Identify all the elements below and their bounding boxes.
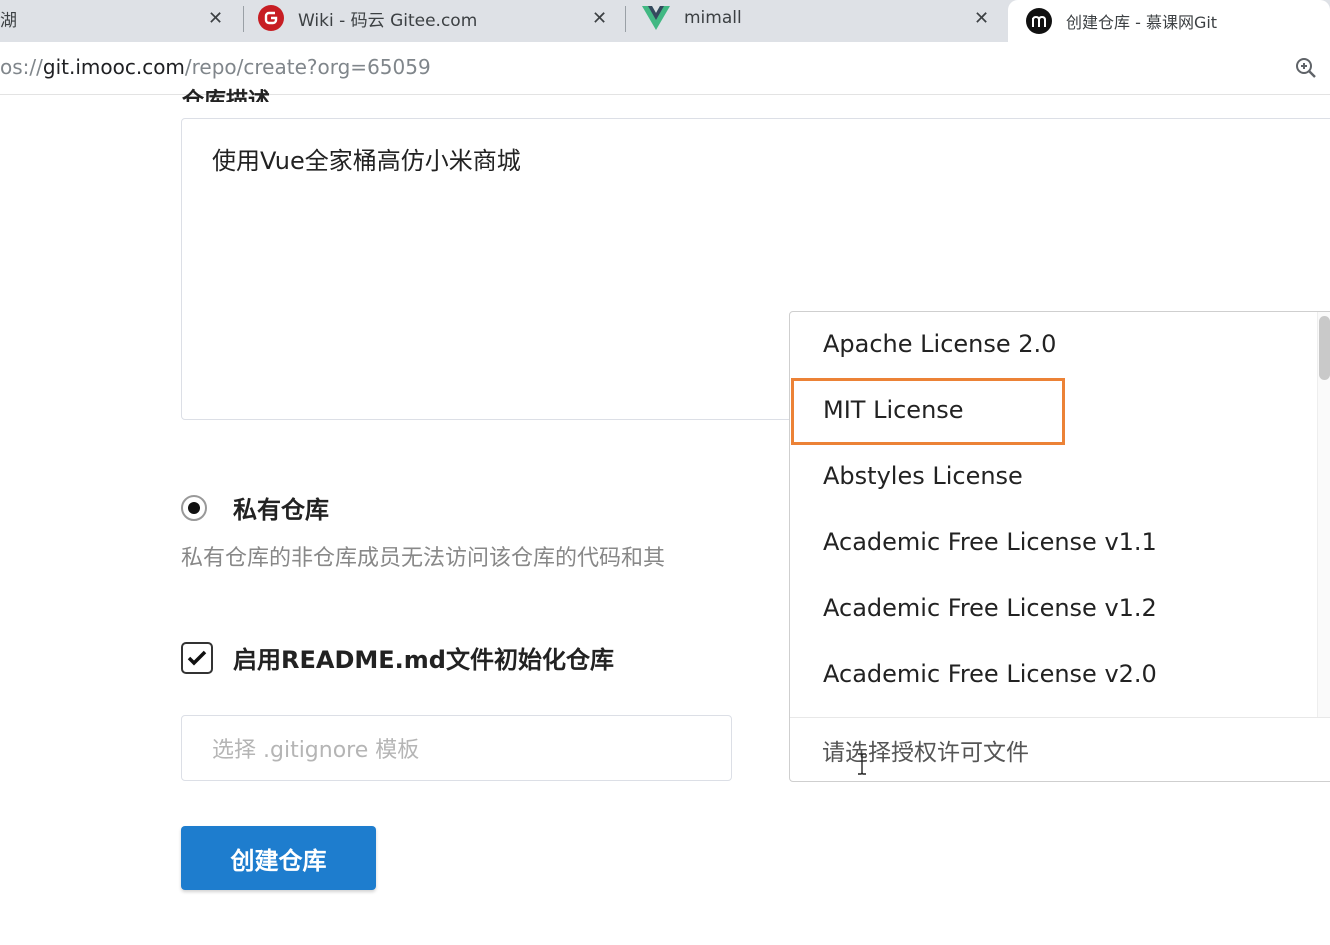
url-host: git.imooc.com — [42, 55, 185, 79]
url-path: /repo/create?org=65059 — [184, 55, 431, 79]
url-text[interactable]: os://git.imooc.com/repo/create?org=65059 — [0, 55, 431, 79]
imooc-icon — [1026, 8, 1052, 34]
tab-create-repo[interactable]: 创建仓库 - 慕课网Git — [1008, 0, 1330, 42]
readme-checkbox[interactable] — [181, 641, 213, 674]
url-prefix: os:// — [0, 55, 43, 79]
tab-close-icon[interactable]: ✕ — [208, 8, 223, 29]
create-repo-button[interactable]: 创建仓库 — [181, 826, 376, 890]
scrollbar-thumb[interactable] — [1319, 316, 1330, 380]
private-radio[interactable] — [181, 494, 207, 521]
tab-title: mimall — [684, 8, 742, 28]
text-cursor-icon — [858, 753, 866, 775]
license-option[interactable]: Academic Free License v1.1 — [823, 528, 1157, 556]
license-option[interactable]: Apache License 2.0 — [823, 330, 1056, 358]
readme-label: 启用README.md文件初始化仓库 — [233, 646, 614, 674]
gitee-icon — [258, 5, 284, 31]
license-dropdown[interactable]: Apache License 2.0 MIT License Abstyles … — [789, 311, 1330, 782]
tab-title: Wiki - 码云 Gitee.com — [298, 10, 478, 31]
license-option-mit[interactable]: MIT License — [823, 396, 964, 424]
readme-option[interactable]: 启用README.md文件初始化仓库 — [181, 640, 614, 675]
divider — [790, 717, 1330, 718]
private-repo-option[interactable]: 私有仓库 — [181, 490, 329, 525]
tab-close-icon[interactable]: ✕ — [974, 8, 989, 29]
description-label: 仓库描述 — [182, 89, 271, 102]
vue-icon — [642, 6, 670, 30]
private-label: 私有仓库 — [233, 496, 329, 524]
radio-selected-dot — [188, 501, 200, 514]
checkmark-icon — [187, 650, 207, 665]
private-description: 私有仓库的非仓库成员无法访问该仓库的代码和其 — [181, 546, 666, 571]
license-search-placeholder[interactable]: 请选择授权许可文件 — [822, 733, 1029, 767]
gitignore-placeholder: 选择 .gitignore 模板 — [212, 738, 420, 763]
zoom-in-icon[interactable] — [1294, 56, 1318, 80]
browser-tab-strip: 湖 ✕ Wiki - 码云 Gitee.com ✕ mimall ✕ 创建仓库 … — [0, 0, 1330, 42]
license-option[interactable]: Academic Free License v1.2 — [823, 594, 1157, 622]
description-value: 使用Vue全家桶高仿小米商城 — [212, 147, 521, 175]
dropdown-scrollbar[interactable] — [1317, 312, 1330, 717]
tab-gitee-wiki[interactable]: Wiki - 码云 Gitee.com ✕ — [258, 0, 618, 36]
tab-separator — [243, 6, 244, 32]
tab-mimall[interactable]: mimall ✕ — [642, 0, 1002, 36]
tab-separator — [625, 6, 626, 32]
gitignore-select[interactable]: 选择 .gitignore 模板 — [181, 715, 732, 781]
license-option[interactable]: Abstyles License — [823, 462, 1023, 490]
tab-close-icon[interactable]: ✕ — [592, 8, 607, 29]
tab-title: 创建仓库 - 慕课网Git — [1066, 13, 1218, 32]
tab-partial[interactable]: 湖 ✕ — [0, 0, 240, 36]
tab-title: 湖 — [0, 10, 17, 31]
license-option[interactable]: Academic Free License v2.0 — [823, 660, 1157, 688]
license-options-list[interactable]: Apache License 2.0 MIT License Abstyles … — [790, 312, 1330, 717]
